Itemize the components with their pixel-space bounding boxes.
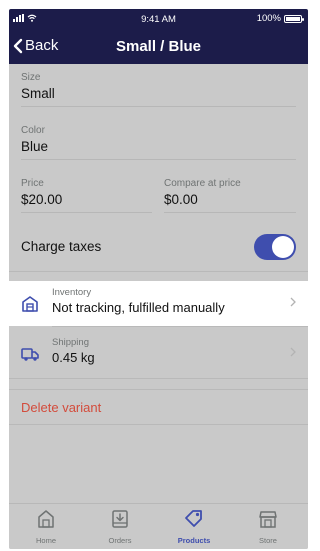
tab-home[interactable]: Home [9, 508, 83, 545]
divider [52, 326, 308, 327]
shipping-label: Shipping [52, 337, 89, 348]
status-bar: 9:41 AM 100% [9, 9, 308, 29]
charge-taxes-toggle[interactable] [254, 234, 296, 260]
color-field[interactable]: Color Blue [21, 125, 48, 154]
tab-orders-label: Orders [108, 536, 132, 545]
shipping-value: 0.45 kg [52, 350, 95, 365]
compare-price-value: $0.00 [164, 192, 198, 207]
home-icon [38, 510, 54, 528]
tab-store-label: Store [259, 536, 277, 545]
tab-orders[interactable]: Orders [83, 508, 157, 545]
inventory-row[interactable]: Inventory Not tracking, fulfilled manual… [9, 281, 308, 326]
chevron-right-icon [290, 297, 296, 307]
divider [9, 424, 308, 425]
shipping-text: Shipping 0.45 kg [52, 337, 95, 365]
charge-taxes-label: Charge taxes [21, 239, 102, 254]
divider [9, 378, 308, 379]
tab-products-label: Products [177, 536, 211, 545]
compare-price-field[interactable]: Compare at price $0.00 [164, 178, 241, 207]
store-icon [259, 511, 277, 528]
color-label: Color [21, 125, 45, 136]
price-label: Price [21, 178, 44, 189]
battery-icon [284, 14, 304, 23]
price-value: $20.00 [21, 192, 63, 207]
price-field[interactable]: Price $20.00 [21, 178, 62, 207]
size-underline [21, 106, 296, 107]
compare-price-label: Compare at price [164, 178, 241, 189]
color-value: Blue [21, 139, 49, 154]
status-right: 100% [256, 13, 304, 24]
tab-bar: Home Orders Products Store [9, 503, 308, 549]
divider [9, 271, 308, 272]
color-underline [21, 159, 296, 160]
delete-variant-button[interactable]: Delete variant [21, 400, 101, 415]
inventory-icon [22, 296, 38, 312]
top-bar: 9:41 AM 100% Back Small / Blue [9, 9, 308, 64]
compare-price-underline [164, 212, 296, 213]
inventory-text: Inventory Not tracking, fulfilled manual… [52, 287, 225, 315]
page-title: Small / Blue [115, 38, 202, 55]
chevron-right-icon [290, 347, 296, 357]
price-underline [21, 212, 152, 213]
inventory-value: Not tracking, fulfilled manually [52, 300, 225, 315]
size-value: Small [21, 86, 55, 101]
battery-percent: 100% [256, 13, 281, 24]
toggle-knob [272, 236, 294, 258]
orders-icon [112, 510, 128, 528]
size-field[interactable]: Size Small [21, 72, 55, 101]
tab-home-label: Home [35, 536, 56, 545]
shipping-row[interactable]: Shipping 0.45 kg [9, 331, 308, 376]
screen: 9:41 AM 100% Back Small / Blue Size Smal… [9, 9, 308, 549]
tab-products[interactable]: Products [157, 508, 231, 545]
inventory-label: Inventory [52, 287, 92, 298]
charge-taxes-row: Charge taxes [9, 229, 308, 269]
size-label: Size [21, 72, 41, 83]
phone-frame: 9:41 AM 100% Back Small / Blue Size Smal… [0, 0, 319, 551]
nav-bar: Back Small / Blue [9, 31, 308, 61]
tag-icon [185, 510, 202, 527]
tab-store[interactable]: Store [231, 508, 305, 545]
divider [9, 389, 308, 390]
truck-icon [21, 348, 39, 361]
